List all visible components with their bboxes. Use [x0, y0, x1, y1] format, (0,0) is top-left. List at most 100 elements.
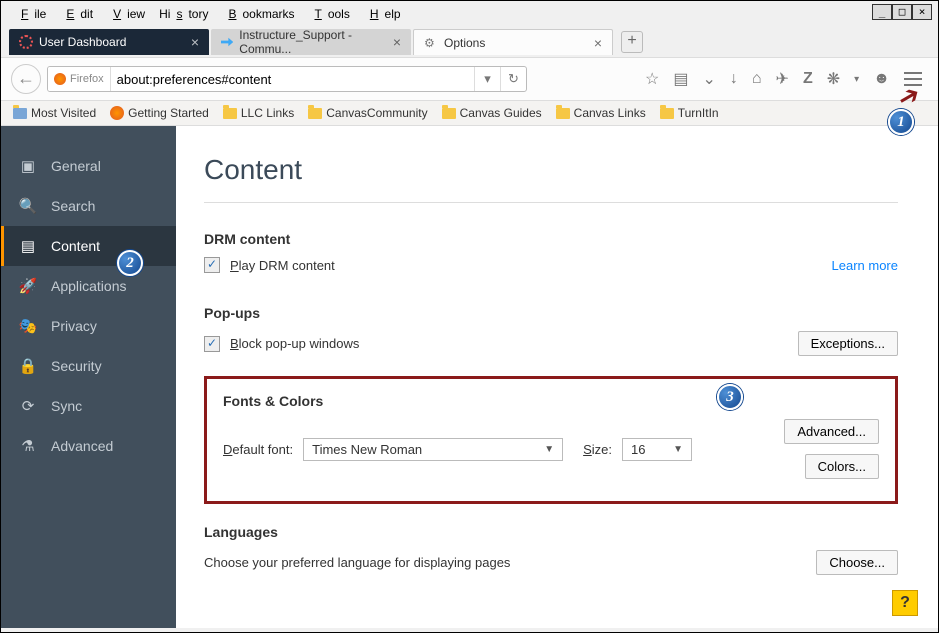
close-button[interactable]: ×: [912, 4, 932, 20]
choose-language-button[interactable]: Choose...: [816, 550, 898, 575]
menu-history[interactable]: History: [153, 5, 214, 23]
content-icon: ▤: [19, 237, 37, 255]
privacy-icon: 🎭: [19, 317, 37, 335]
folder-icon: [13, 108, 27, 119]
tool-icon[interactable]: ❋: [827, 69, 840, 89]
tab-options[interactable]: ⚙ Options ×: [413, 29, 613, 55]
sidebar-item-content[interactable]: ▤Content: [1, 226, 176, 266]
window-controls: _ □ ×: [872, 4, 932, 20]
play-drm-checkbox[interactable]: ✓: [204, 257, 220, 273]
block-popups-label: Block pop-up windows: [230, 336, 359, 351]
close-tab-icon[interactable]: ×: [594, 35, 602, 51]
sync-icon: ⟳: [19, 397, 37, 415]
help-button[interactable]: ?: [892, 590, 918, 616]
sidebar-label: Applications: [51, 278, 127, 294]
divider: [204, 202, 898, 203]
send-icon[interactable]: ✈: [776, 69, 789, 89]
default-font-select[interactable]: Times New Roman ▼: [303, 438, 563, 461]
sidebar-item-security[interactable]: 🔒Security: [1, 346, 176, 386]
tab-user-dashboard[interactable]: User Dashboard ×: [9, 29, 209, 55]
menu-file[interactable]: File: [9, 5, 52, 23]
drm-section-title: DRM content: [204, 231, 898, 247]
folder-icon: [442, 108, 456, 119]
content-pane: Content DRM content ✓ Play DRM content L…: [176, 126, 938, 628]
sidebar-item-privacy[interactable]: 🎭Privacy: [1, 306, 176, 346]
sidebar-label: Advanced: [51, 438, 113, 454]
languages-desc: Choose your preferred language for displ…: [204, 555, 510, 570]
learn-more-link[interactable]: Learn more: [832, 258, 898, 273]
folder-icon: [556, 108, 570, 119]
minimize-button[interactable]: _: [872, 4, 892, 20]
bookmark-label: LLC Links: [241, 106, 294, 120]
menu-view[interactable]: View: [101, 5, 151, 23]
close-tab-icon[interactable]: ×: [393, 34, 401, 50]
tab-strip: User Dashboard × Instructure_Support - C…: [1, 27, 938, 57]
back-button[interactable]: ←: [11, 64, 41, 94]
sidebar-item-applications[interactable]: 🚀Applications: [1, 266, 176, 306]
exceptions-button[interactable]: Exceptions...: [798, 331, 898, 356]
block-popups-checkbox[interactable]: ✓: [204, 336, 220, 352]
chevron-down-icon: ▼: [544, 444, 554, 455]
bookmark-turnitin[interactable]: TurnItIn: [660, 106, 719, 120]
star-icon[interactable]: ☆: [645, 69, 659, 89]
bookmark-getting-started[interactable]: Getting Started: [110, 106, 209, 120]
sidebar-item-general[interactable]: ▣General: [1, 146, 176, 186]
fonts-section-title: Fonts & Colors: [223, 393, 879, 409]
preferences-sidebar: ▣General 🔍Search ▤Content 🚀Applications …: [1, 126, 176, 628]
tab-label: Instructure_Support - Commu...: [239, 28, 387, 56]
bookmark-most-visited[interactable]: Most Visited: [13, 106, 96, 120]
bookmark-canvas-guides[interactable]: Canvas Guides: [442, 106, 542, 120]
brand-label: Firefox: [70, 73, 104, 85]
annotation-badge-2: 2: [117, 250, 143, 276]
downloads-icon[interactable]: ↓: [730, 70, 738, 88]
sidebar-item-sync[interactable]: ⟳Sync: [1, 386, 176, 426]
menu-help[interactable]: Help: [358, 5, 407, 23]
menu-tools[interactable]: Tools: [302, 5, 355, 23]
page-title: Content: [204, 154, 898, 186]
font-size-select[interactable]: 16 ▼: [622, 438, 692, 461]
reload-icon[interactable]: ↻: [500, 67, 526, 91]
identity-box[interactable]: Firefox: [48, 67, 111, 91]
url-input[interactable]: [111, 67, 474, 91]
bookmarks-toolbar: Most Visited Getting Started LLC Links C…: [1, 101, 938, 126]
chevron-down-icon: ▼: [673, 444, 683, 455]
menu-bookmarks[interactable]: Bookmarks: [216, 5, 300, 23]
new-tab-button[interactable]: +: [621, 31, 643, 53]
tab-label: Options: [444, 36, 485, 50]
tab-label: User Dashboard: [39, 35, 126, 49]
bookmark-label: Most Visited: [31, 106, 96, 120]
select-value: Times New Roman: [312, 442, 422, 457]
pocket-icon[interactable]: ⌄: [702, 69, 715, 89]
maximize-button[interactable]: □: [892, 4, 912, 20]
tab-instructure[interactable]: Instructure_Support - Commu... ×: [211, 29, 411, 55]
sidebar-label: General: [51, 158, 101, 174]
folder-icon: [223, 108, 237, 119]
bookmark-label: Canvas Guides: [460, 106, 542, 120]
toolbar-icons: ☆ ▤ ⌄ ↓ ⌂ ✈ Z ❋ ▾ ☻: [645, 69, 928, 89]
bookmark-label: CanvasCommunity: [326, 106, 427, 120]
z-icon[interactable]: Z: [803, 70, 813, 88]
advanced-icon: ⚗: [19, 437, 37, 455]
bookmark-canvas-community[interactable]: CanvasCommunity: [308, 106, 427, 120]
sidebar-item-search[interactable]: 🔍Search: [1, 186, 176, 226]
default-font-label: Default font:: [223, 442, 293, 457]
chat-icon[interactable]: ☻: [873, 70, 890, 88]
home-icon[interactable]: ⌂: [752, 70, 762, 88]
sidebar-label: Search: [51, 198, 95, 214]
annotation-badge-1: 1: [888, 109, 914, 135]
size-label: Size:: [583, 442, 612, 457]
bookmark-canvas-links[interactable]: Canvas Links: [556, 106, 646, 120]
reader-icon[interactable]: ▤: [673, 69, 688, 89]
firefox-icon: [110, 106, 124, 120]
close-tab-icon[interactable]: ×: [191, 34, 199, 50]
bookmark-label: Canvas Links: [574, 106, 646, 120]
url-dropdown-icon[interactable]: ▾: [474, 67, 500, 91]
bookmark-label: TurnItIn: [678, 106, 719, 120]
annotation-badge-3: 3: [717, 384, 743, 410]
advanced-button[interactable]: Advanced...: [784, 419, 879, 444]
menu-edit[interactable]: Edit: [54, 5, 99, 23]
colors-button[interactable]: Colors...: [805, 454, 879, 479]
drop-icon[interactable]: ▾: [854, 74, 859, 85]
bookmark-llc-links[interactable]: LLC Links: [223, 106, 294, 120]
sidebar-item-advanced[interactable]: ⚗ Advanced: [1, 426, 176, 466]
